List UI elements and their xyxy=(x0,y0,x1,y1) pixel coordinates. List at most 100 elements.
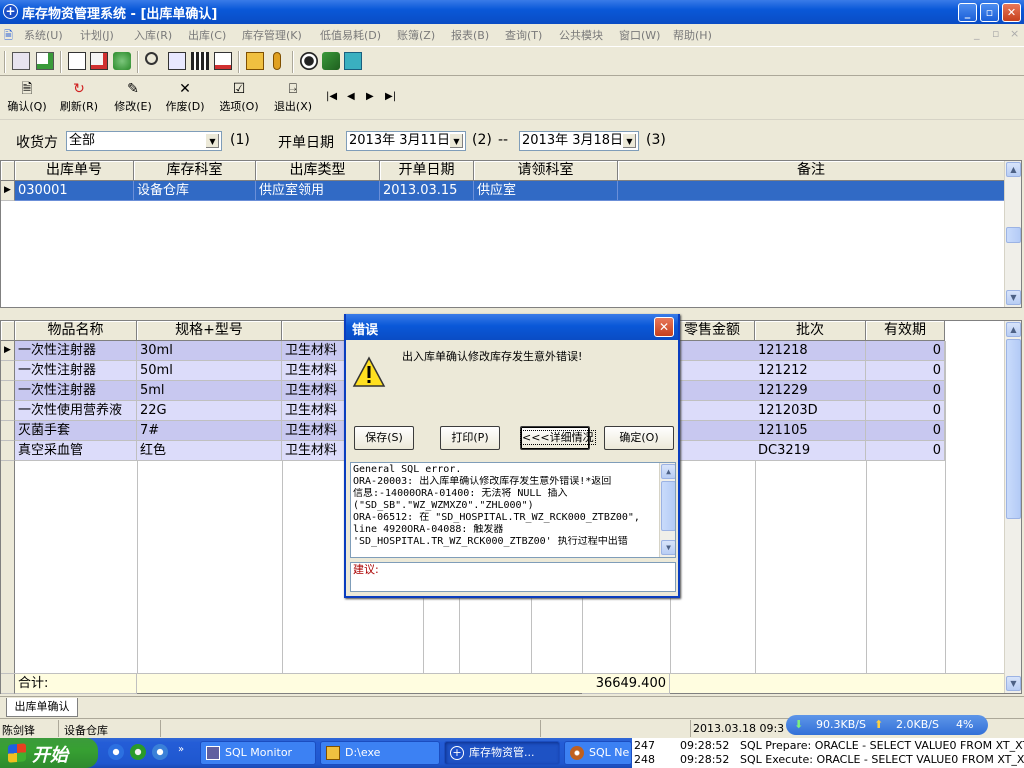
col-request-dept[interactable]: 请领科室 xyxy=(474,161,618,181)
scroll-thumb[interactable] xyxy=(1006,339,1021,519)
quicklaunch-browser2-icon[interactable] xyxy=(130,744,146,760)
dialog-print-button[interactable]: 打印(P) xyxy=(440,426,500,450)
row-header xyxy=(1,381,15,401)
scroll-down-icon[interactable]: ▼ xyxy=(661,540,675,555)
dialog-title-bar: 错误 ✕ xyxy=(346,314,678,340)
tree-icon[interactable] xyxy=(113,52,131,70)
menu-window[interactable]: 窗口(W) xyxy=(619,27,660,43)
grid-icon[interactable] xyxy=(191,52,209,70)
col-batch[interactable]: 批次 xyxy=(755,321,866,341)
task-sql-net[interactable]: SQL Ne xyxy=(564,741,632,765)
thermometer-icon[interactable] xyxy=(273,52,281,70)
upload-speed: 2.0KB/S xyxy=(896,718,939,731)
col-order-no[interactable]: 出库单号 xyxy=(15,161,134,181)
tab-outbound-confirm[interactable]: 出库单确认 xyxy=(6,698,78,717)
start-button[interactable]: 开始 xyxy=(0,738,98,768)
col-retail-amount[interactable]: 零售金额 xyxy=(670,321,755,341)
col-store-dept[interactable]: 库存科室 xyxy=(134,161,256,181)
scroll-up-icon[interactable]: ▲ xyxy=(661,464,675,479)
scroll-down-icon[interactable]: ▼ xyxy=(1006,290,1021,305)
quicklaunch-more-icon[interactable]: » xyxy=(178,744,184,755)
menu-outbound[interactable]: 出库(C) xyxy=(188,27,226,43)
refresh-button[interactable]: ↻ 刷新(R) xyxy=(52,80,106,114)
col-remark[interactable]: 备注 xyxy=(618,161,1005,181)
minimize-button[interactable]: _ xyxy=(958,3,977,22)
task-sql-monitor[interactable]: SQL Monitor xyxy=(200,741,316,765)
menu-inbound[interactable]: 入库(R) xyxy=(134,27,172,43)
detail-scrollbar[interactable]: ▲ ▼ xyxy=(1004,321,1021,693)
book-icon[interactable] xyxy=(322,52,340,70)
menu-reports[interactable]: 报表(B) xyxy=(451,27,489,43)
error-details-text[interactable]: General SQL error. ORA-20003: 出入库单确认修改库存发… xyxy=(350,462,676,558)
menu-inventory[interactable]: 库存管理(K) xyxy=(242,27,302,43)
suggestion-box[interactable]: 建议: xyxy=(350,562,676,592)
percent-label: 4% xyxy=(956,718,974,731)
menu-ledger[interactable]: 账簿(Z) xyxy=(397,27,435,43)
error-detail-line: 'SD_HOSPITAL.TR_WZ_RCK000_ZTBZ00' 执行过程中出… xyxy=(353,536,628,547)
menu-help[interactable]: 帮助(H) xyxy=(673,27,712,43)
quicklaunch-chat-icon[interactable] xyxy=(152,744,168,760)
dialog-details-button[interactable]: <<<详细情况 xyxy=(520,426,596,450)
receiver-select[interactable]: 全部 ▼ xyxy=(66,131,222,151)
col-open-date[interactable]: 开单日期 xyxy=(380,161,474,181)
app-icon: + xyxy=(3,4,18,19)
dialog-ok-button[interactable]: 确定(O) xyxy=(604,426,674,450)
mdi-restore-icon[interactable]: ▫ xyxy=(992,27,999,40)
confirm-button[interactable]: 🗎 确认(Q) xyxy=(0,80,54,114)
dialog-close-button[interactable]: ✕ xyxy=(654,317,674,337)
scroll-up-icon[interactable]: ▲ xyxy=(1006,322,1021,337)
list-icon[interactable] xyxy=(168,52,186,70)
login-icon[interactable] xyxy=(12,52,30,70)
scroll-up-icon[interactable]: ▲ xyxy=(1006,162,1021,177)
restore-button[interactable]: ▫ xyxy=(980,3,999,22)
cell-spec: 红色 xyxy=(137,441,282,461)
mdi-doc-icon[interactable]: 🗎 xyxy=(4,27,13,46)
exit-button[interactable]: ⍈ 退出(X) xyxy=(266,80,320,114)
menu-consumables[interactable]: 低值易耗(D) xyxy=(320,27,381,43)
menu-common[interactable]: 公共模块 xyxy=(559,27,603,43)
task-inventory-app[interactable]: + 库存物资管... xyxy=(444,741,560,765)
last-record-icon[interactable]: ▶| xyxy=(385,91,396,102)
modify-button[interactable]: ✎ 修改(E) xyxy=(106,80,160,114)
date-range-dash: -- xyxy=(498,132,509,148)
scroll-thumb[interactable] xyxy=(1006,227,1021,243)
col-out-type[interactable]: 出库类型 xyxy=(256,161,380,181)
col-expiry[interactable]: 有效期 xyxy=(866,321,945,341)
void-button[interactable]: ✕ 作废(D) xyxy=(158,80,212,114)
scroll-down-icon[interactable]: ▼ xyxy=(1006,676,1021,691)
scroll-thumb[interactable] xyxy=(661,481,675,531)
menu-system[interactable]: 系统(U) xyxy=(24,27,63,43)
master-grid[interactable]: 出库单号 库存科室 出库类型 开单日期 请领科室 备注 ▶ 030001 设备仓… xyxy=(0,160,1022,308)
chevron-down-icon[interactable]: ▼ xyxy=(205,133,220,149)
chevron-down-icon[interactable]: ▼ xyxy=(622,133,637,149)
details-scrollbar[interactable]: ▲ ▼ xyxy=(659,463,675,557)
chevron-down-icon[interactable]: ▼ xyxy=(449,133,464,149)
master-scrollbar[interactable]: ▲ ▼ xyxy=(1004,161,1021,307)
stop-icon[interactable] xyxy=(300,52,318,70)
date-from-picker[interactable]: 2013年 3月11日 ▼ xyxy=(346,131,466,151)
quicklaunch-browser-icon[interactable] xyxy=(108,744,124,760)
mdi-close-icon[interactable]: × xyxy=(1010,27,1019,40)
window-icon[interactable] xyxy=(344,52,362,70)
date-to-picker[interactable]: 2013年 3月18日 ▼ xyxy=(519,131,639,151)
col-spec-model[interactable]: 规格+型号 xyxy=(137,321,282,341)
dialog-save-button[interactable]: 保存(S) xyxy=(354,426,414,450)
report-icon[interactable] xyxy=(90,52,108,70)
folder-icon[interactable] xyxy=(246,52,264,70)
task-explorer[interactable]: D:\exe xyxy=(320,741,440,765)
row-indicator-icon: ▶ xyxy=(1,341,15,361)
next-record-icon[interactable]: ▶ xyxy=(366,91,374,102)
col-item-name[interactable]: 物品名称 xyxy=(15,321,137,341)
menu-query[interactable]: 查询(T) xyxy=(505,27,542,43)
document-icon[interactable] xyxy=(68,52,86,70)
menu-plan[interactable]: 计划(J) xyxy=(80,27,114,43)
close-button[interactable]: ✕ xyxy=(1002,3,1021,22)
first-record-icon[interactable]: |◀ xyxy=(326,91,337,102)
prev-record-icon[interactable]: ◀ xyxy=(347,91,355,102)
print-icon[interactable] xyxy=(214,52,232,70)
options-button[interactable]: ☑ 选项(O) xyxy=(212,80,266,114)
edit-doc-icon[interactable] xyxy=(36,52,54,70)
sql-net-icon xyxy=(570,746,584,760)
search-icon[interactable] xyxy=(145,52,158,65)
mdi-minimize-icon[interactable]: _ xyxy=(974,27,980,40)
